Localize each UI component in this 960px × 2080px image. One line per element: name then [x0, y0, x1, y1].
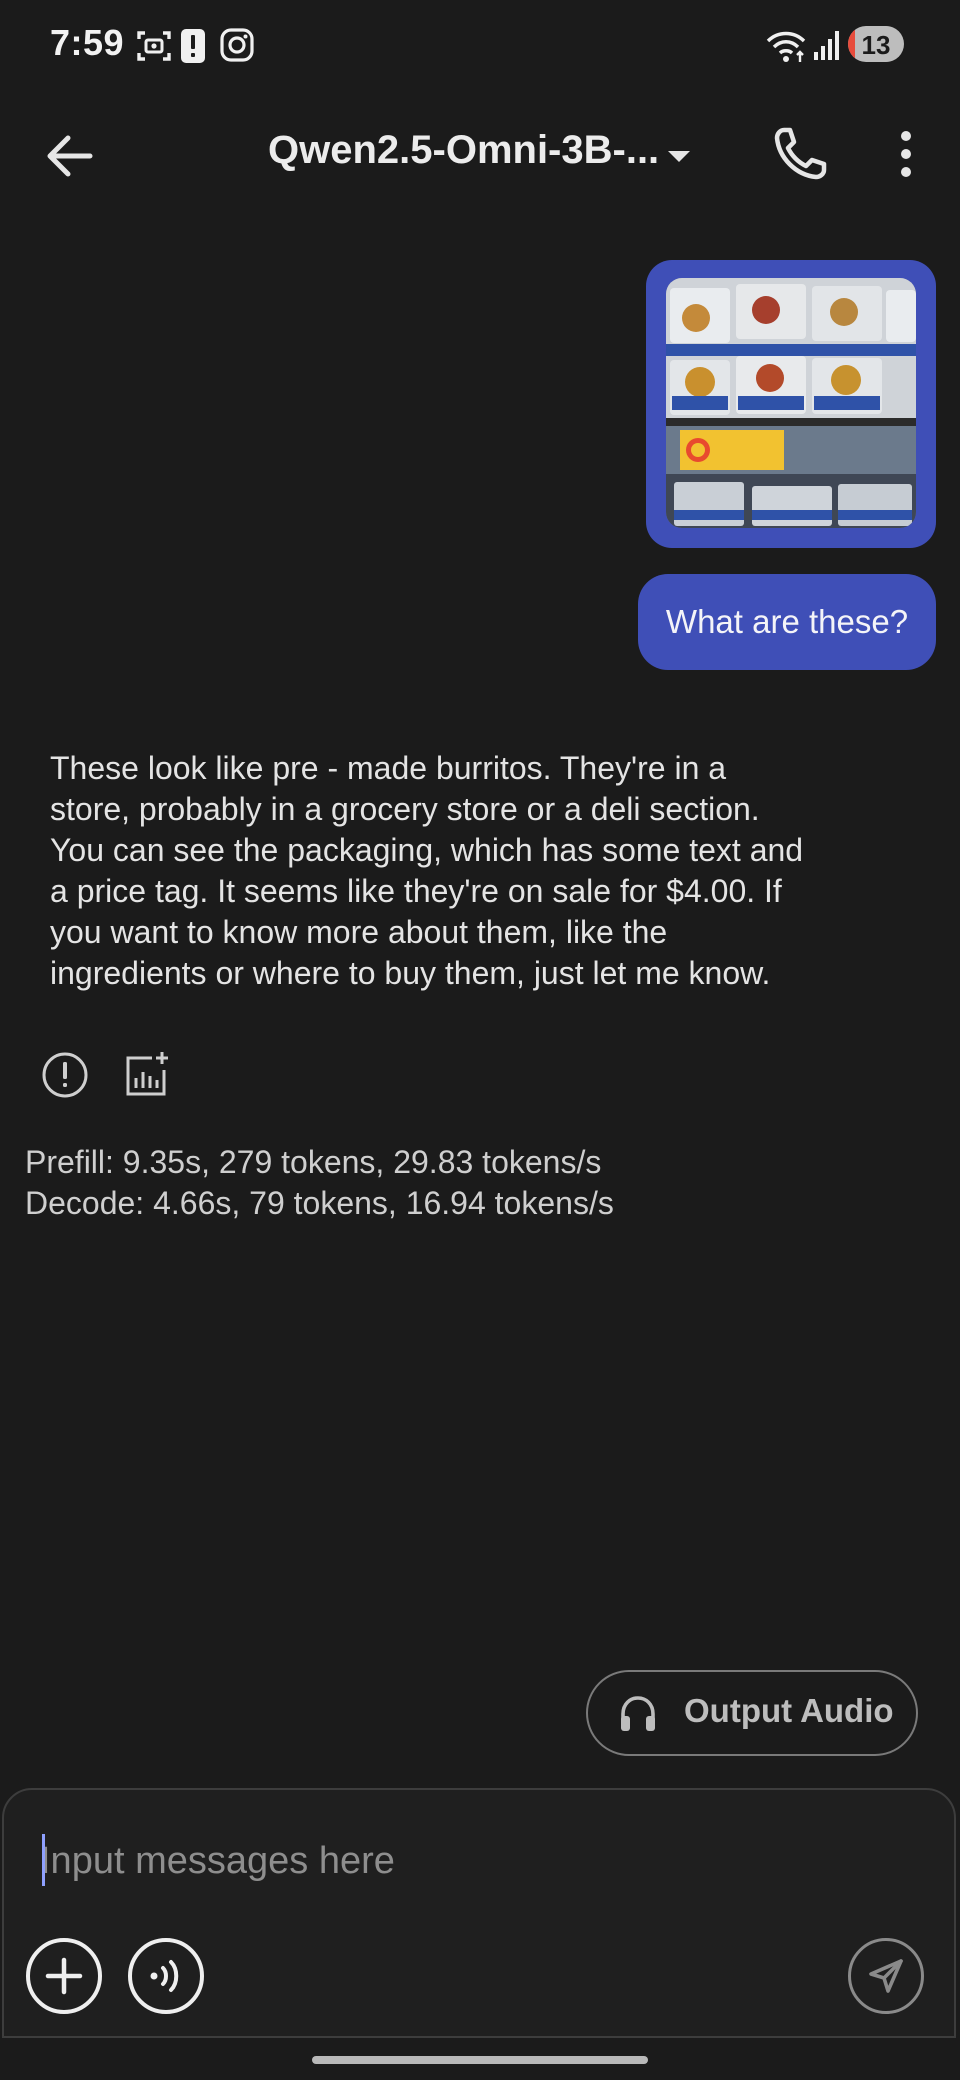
- more-options-button[interactable]: [876, 124, 936, 184]
- wifi-icon: [766, 31, 806, 62]
- back-button[interactable]: [38, 126, 102, 186]
- caret-down-icon: [668, 151, 690, 162]
- send-button[interactable]: [848, 1938, 924, 2014]
- model-dropdown-button[interactable]: [662, 140, 696, 174]
- report-button[interactable]: [40, 1050, 90, 1100]
- add-icon: [45, 1957, 83, 1995]
- signal-icon: [814, 31, 839, 60]
- output-audio-label: Output Audio: [684, 1692, 894, 1729]
- text-cursor: [42, 1834, 45, 1886]
- assistant-reply: These look like pre - made burritos. The…: [50, 750, 804, 991]
- user-image-message[interactable]: [646, 260, 936, 548]
- screenshot-icon: [137, 31, 171, 61]
- report-icon: [42, 1052, 88, 1098]
- status-bar: 7:59 13: [0, 0, 960, 90]
- battery-indicator: 13: [848, 26, 904, 62]
- phone-icon: [774, 127, 827, 180]
- home-indicator[interactable]: [312, 2056, 648, 2064]
- photo-thumbnail: [666, 278, 916, 528]
- headphones-icon: [621, 1696, 655, 1731]
- back-arrow-icon: [47, 135, 93, 177]
- chart-add-icon: [126, 1052, 168, 1096]
- more-vert-icon: [901, 131, 911, 177]
- voice-input-button[interactable]: [128, 1938, 204, 2014]
- call-button[interactable]: [770, 124, 830, 184]
- message-composer: [2, 1788, 956, 2038]
- user-message-bubble[interactable]: What are these?: [638, 574, 936, 670]
- output-audio-button[interactable]: Output Audio: [586, 1670, 918, 1756]
- alert-icon: [181, 29, 205, 63]
- app-bar: Qwen2.5-Omni-3B-...: [0, 100, 960, 210]
- message-input[interactable]: [38, 1830, 802, 1892]
- battery-level: 13: [861, 30, 891, 60]
- model-selector-title[interactable]: Qwen2.5-Omni-3B-...: [268, 128, 659, 173]
- prefill-stat: Prefill: 9.35s, 279 tokens, 29.83 tokens…: [25, 1144, 602, 1180]
- add-attachment-button[interactable]: [26, 1938, 102, 2014]
- decode-stat: Decode: 4.66s, 79 tokens, 16.94 tokens/s: [25, 1185, 614, 1221]
- stats-button[interactable]: [122, 1050, 172, 1100]
- voice-icon: [150, 1960, 179, 1992]
- generation-stats: Prefill: 9.35s, 279 tokens, 29.83 tokens…: [25, 1142, 614, 1224]
- status-time: 7:59: [50, 22, 125, 63]
- instagram-icon: [220, 28, 254, 62]
- burrito-photo[interactable]: [666, 278, 916, 528]
- send-icon: [869, 1959, 903, 1993]
